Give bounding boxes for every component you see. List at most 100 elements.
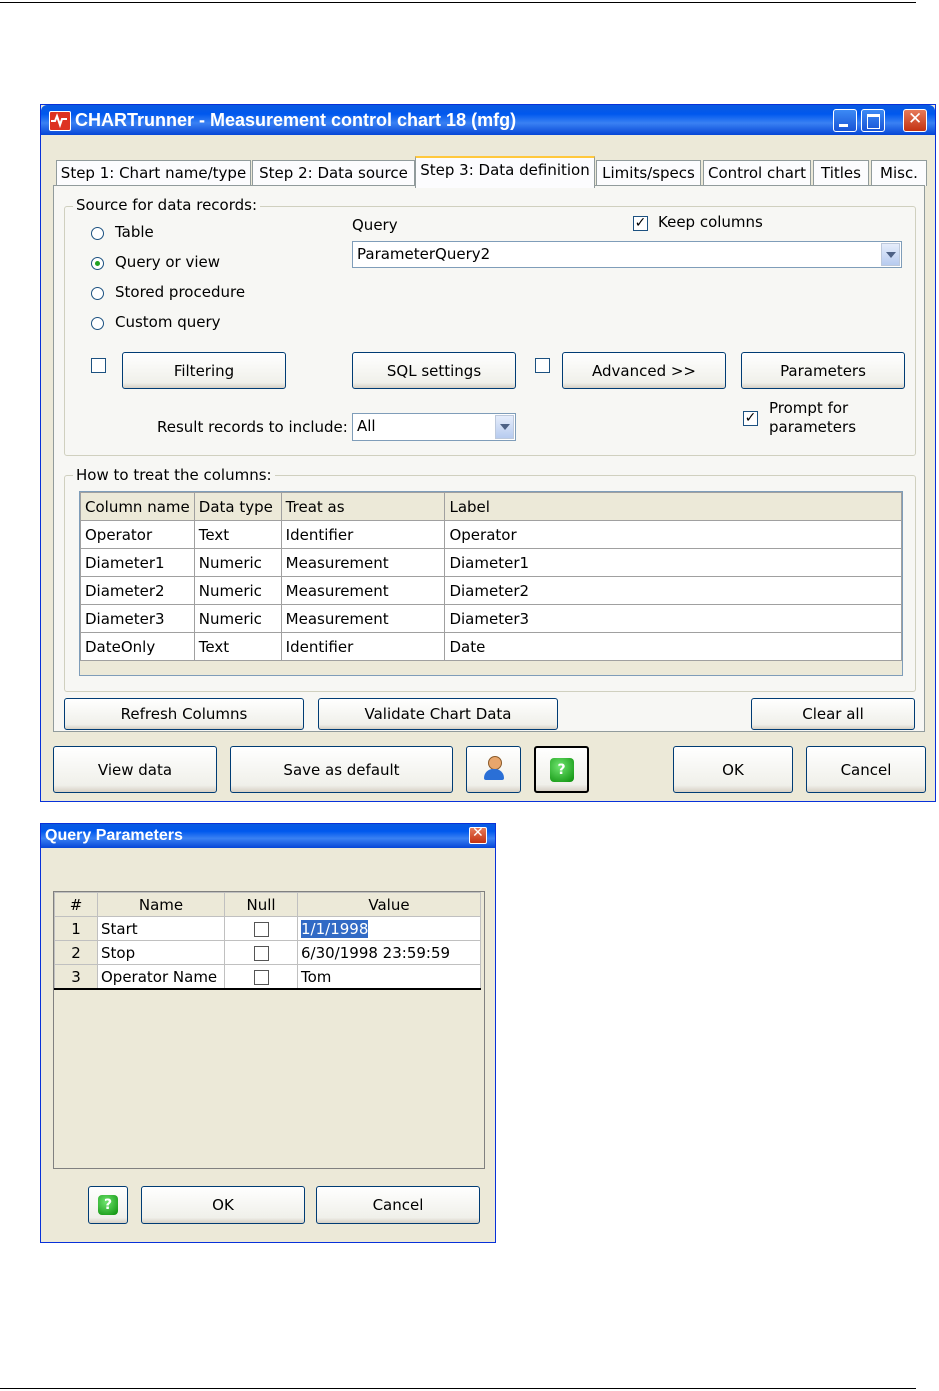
help-icon: ?: [98, 1195, 118, 1215]
table-cell[interactable]: Diameter2: [80, 576, 195, 605]
radio-table[interactable]: [91, 227, 104, 240]
table-row[interactable]: Diameter3 Numeric Measurement Diameter3: [80, 604, 902, 633]
table-row[interactable]: Diameter1 Numeric Measurement Diameter1: [80, 548, 902, 577]
table-cell[interactable]: Identifier: [280, 520, 446, 549]
table-cell[interactable]: Numeric: [193, 604, 282, 633]
table-cell[interactable]: Text: [193, 520, 282, 549]
column-header[interactable]: Label: [444, 492, 902, 521]
qp-column-header: Null: [224, 892, 298, 917]
table-cell[interactable]: Numeric: [193, 548, 282, 577]
table-cell[interactable]: Date: [444, 632, 902, 661]
qp-value-text: 1/1/1998: [301, 919, 369, 938]
table-cell[interactable]: Numeric: [193, 576, 282, 605]
tab-misc[interactable]: Misc.: [871, 160, 927, 186]
title-bar[interactable]: CHARTrunner - Measurement control chart …: [41, 105, 935, 135]
clear-all-button[interactable]: Clear all: [751, 698, 915, 730]
table-cell[interactable]: Text: [193, 632, 282, 661]
table-cell[interactable]: Diameter1: [80, 548, 195, 577]
qp-row-number: 1: [54, 916, 98, 941]
keep-columns-label: Keep columns: [658, 213, 763, 231]
cancel-button[interactable]: Cancel: [806, 746, 926, 793]
table-cell[interactable]: Operator: [80, 520, 195, 549]
sql-settings-button[interactable]: SQL settings: [352, 352, 516, 389]
qp-column-header: #: [54, 892, 98, 917]
columns-group-legend: How to treat the columns:: [73, 466, 275, 484]
maximize-button[interactable]: [861, 109, 885, 132]
close-icon: ✕: [472, 825, 484, 841]
prompt-line-1: Prompt for: [769, 399, 849, 417]
tab-limits-specs[interactable]: Limits/specs: [596, 160, 701, 186]
column-header[interactable]: Column name: [80, 492, 195, 521]
close-button[interactable]: ✕: [903, 109, 927, 132]
qp-table[interactable]: # Name Null Value 1 Start 1/1/1998 2 Stop 6/30/19…: [54, 892, 481, 990]
tab-chart-name-type[interactable]: Step 1: Chart name/type: [56, 160, 251, 186]
qp-value-input[interactable]: 6/30/1998 23:59:59: [297, 940, 481, 965]
table-cell[interactable]: Diameter2: [444, 576, 902, 605]
qp-cancel-button[interactable]: Cancel: [316, 1186, 480, 1224]
advanced-button[interactable]: Advanced >>: [562, 352, 726, 389]
chartrunner-window: CHARTrunner - Measurement control chart …: [40, 104, 936, 802]
keep-columns-checkbox[interactable]: ✓: [633, 216, 648, 231]
data-definition-panel: Source for data records: Table Query or …: [53, 185, 925, 732]
refresh-columns-button[interactable]: Refresh Columns: [64, 698, 304, 730]
qp-row[interactable]: 3 Operator Name Tom: [54, 964, 481, 990]
tab-control-chart[interactable]: Control chart: [703, 160, 811, 186]
table-cell[interactable]: Operator: [444, 520, 902, 549]
query-select[interactable]: ParameterQuery2: [352, 241, 902, 268]
qp-value-input[interactable]: Tom: [297, 964, 481, 990]
chevron-down-icon[interactable]: [881, 243, 900, 266]
bottom-rule: [0, 1388, 916, 1389]
qp-ok-button[interactable]: OK: [141, 1186, 305, 1224]
table-cell[interactable]: Diameter3: [80, 604, 195, 633]
radio-query-label: Query or view: [115, 253, 221, 271]
user-button[interactable]: [466, 746, 521, 793]
qp-help-button[interactable]: ?: [88, 1186, 128, 1224]
advanced-checkbox[interactable]: [535, 358, 550, 373]
table-cell[interactable]: Measurement: [280, 576, 446, 605]
table-cell[interactable]: Diameter1: [444, 548, 902, 577]
chevron-down-icon[interactable]: [495, 415, 514, 439]
table-cell[interactable]: Diameter3: [444, 604, 902, 633]
table-row[interactable]: Operator Text Identifier Operator: [80, 520, 902, 549]
null-checkbox[interactable]: [253, 921, 269, 937]
tab-data-source[interactable]: Step 2: Data source: [252, 160, 415, 186]
qp-row[interactable]: 1 Start 1/1/1998: [54, 916, 481, 941]
radio-query-or-view[interactable]: [91, 257, 104, 270]
qp-row[interactable]: 2 Stop 6/30/1998 23:59:59: [54, 940, 481, 965]
parameters-button[interactable]: Parameters: [741, 352, 905, 389]
view-data-button[interactable]: View data: [53, 746, 217, 793]
save-as-default-button[interactable]: Save as default: [230, 746, 453, 793]
validate-chart-data-button[interactable]: Validate Chart Data: [318, 698, 558, 730]
qp-value-input[interactable]: 1/1/1998: [297, 916, 481, 941]
top-rule: [0, 2, 916, 3]
tab-data-definition[interactable]: Step 3: Data definition: [415, 156, 595, 188]
table-cell[interactable]: DateOnly: [80, 632, 195, 661]
qp-close-button[interactable]: ✕: [469, 825, 487, 844]
qp-row-number: 3: [54, 964, 98, 990]
columns-table[interactable]: Column name Data type Treat as Label Operato…: [80, 492, 902, 661]
null-checkbox[interactable]: [253, 945, 269, 961]
radio-stored-procedure-label: Stored procedure: [115, 283, 246, 301]
prompt-for-parameters-checkbox[interactable]: ✓: [743, 411, 758, 426]
qp-value-text: 6/30/1998 23:59:59: [301, 943, 451, 962]
table-row[interactable]: DateOnly Text Identifier Date: [80, 632, 902, 661]
filtering-checkbox[interactable]: [91, 358, 106, 373]
table-cell[interactable]: Identifier: [280, 632, 446, 661]
minimize-button[interactable]: [833, 109, 857, 132]
table-cell[interactable]: Measurement: [280, 548, 446, 577]
tab-titles[interactable]: Titles: [813, 160, 869, 186]
filtering-button[interactable]: Filtering: [122, 352, 286, 389]
qp-title-bar[interactable]: Query Parameters ✕: [41, 824, 495, 848]
table-row[interactable]: Diameter2 Numeric Measurement Diameter2: [80, 576, 902, 605]
result-records-select[interactable]: All: [352, 413, 516, 441]
table-cell[interactable]: Measurement: [280, 604, 446, 633]
column-header[interactable]: Data type: [193, 492, 282, 521]
radio-custom-query[interactable]: [91, 317, 104, 330]
column-header[interactable]: Treat as: [280, 492, 446, 521]
ok-button[interactable]: OK: [673, 746, 793, 793]
qp-param-name: Operator Name: [97, 964, 225, 990]
radio-stored-procedure[interactable]: [91, 287, 104, 300]
prompt-for-parameters-label: Prompt for parameters: [769, 399, 856, 437]
null-checkbox[interactable]: [253, 969, 269, 985]
help-button[interactable]: ?: [534, 746, 589, 793]
